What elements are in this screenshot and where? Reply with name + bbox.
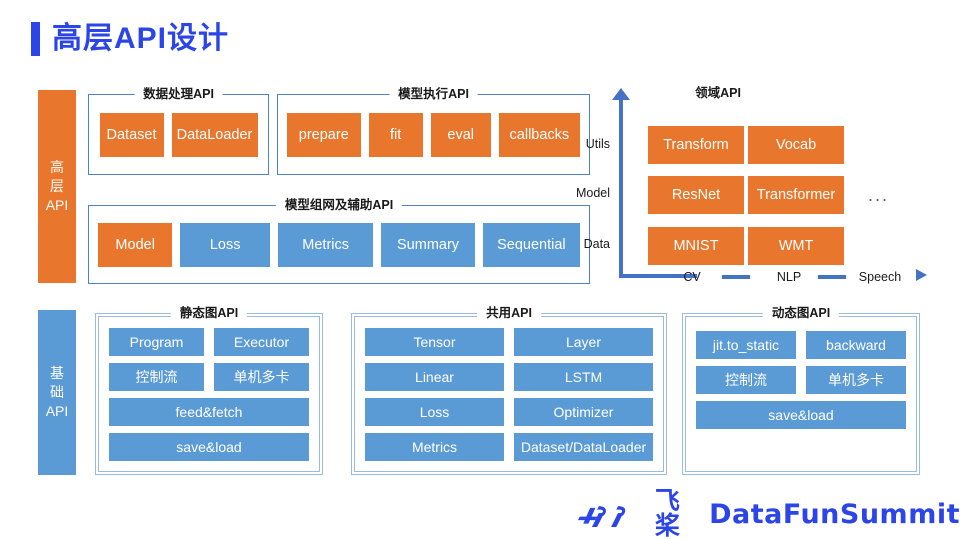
axis-x-tick-nlp: NLP xyxy=(776,270,802,284)
cell-metrics[interactable]: Metrics xyxy=(365,432,504,461)
domain-box-resnet[interactable]: ResNet xyxy=(648,176,744,214)
cell-lstm[interactable]: LSTM xyxy=(514,362,653,391)
cell-save-load[interactable]: save&load xyxy=(109,432,309,461)
cell-linear[interactable]: Linear xyxy=(365,362,504,391)
rail-base-api: 基 础 API xyxy=(38,310,76,475)
brand-name-cn: 飞桨 xyxy=(654,487,681,540)
axis-x-dash-2 xyxy=(818,275,846,279)
domain-box-vocab[interactable]: Vocab xyxy=(748,126,844,164)
slide-canvas: 高层API设计 高 层 API 基 础 API 数据处理API Dataset … xyxy=(0,0,960,540)
axis-x-tick-cv: CV xyxy=(683,270,701,284)
domain-box-transform[interactable]: Transform xyxy=(648,126,744,164)
axis-y-tick-model: Model xyxy=(575,186,610,200)
group-model-network-api: 模型组网及辅助API Model Loss Metrics Summary Se… xyxy=(88,196,590,284)
cell-tensor[interactable]: Tensor xyxy=(365,327,504,356)
group-body: Model Loss Metrics Summary Sequential xyxy=(88,205,590,284)
page-title: 高层API设计 xyxy=(31,22,229,56)
rail-high-level-line1: 高 xyxy=(50,159,64,176)
title-accent-bar xyxy=(31,22,40,56)
cell-grid: Tensor Layer Linear LSTM Loss Optimizer … xyxy=(351,327,667,461)
cell-jit-to-static[interactable]: jit.to_static xyxy=(696,331,796,359)
chip-loss[interactable]: Loss xyxy=(180,222,270,267)
rail-base-line3: API xyxy=(45,402,69,419)
axis-y-line xyxy=(619,96,623,278)
rail-high-level-line2: 层 xyxy=(50,178,64,195)
cell-grid: jit.to_static backward 控制流 单机多卡 save&loa… xyxy=(682,331,920,429)
page-title-text: 高层API设计 xyxy=(52,22,230,55)
cell-grid: Program Executor 控制流 单机多卡 feed&fetch sav… xyxy=(95,327,323,461)
axis-x-tick-speech: Speech xyxy=(858,270,902,284)
cell-loss[interactable]: Loss xyxy=(365,397,504,426)
group-body: prepare fit eval callbacks xyxy=(277,94,590,175)
domain-api-title: 领域API xyxy=(695,86,741,100)
axis-x-arrow-icon xyxy=(916,269,927,281)
domain-box-transformer[interactable]: Transformer xyxy=(748,176,844,214)
chip-dataset[interactable]: Dataset xyxy=(99,112,164,157)
chip-summary[interactable]: Summary xyxy=(381,222,475,267)
group-body: jit.to_static backward 控制流 单机多卡 save&loa… xyxy=(682,313,920,475)
chip-fit[interactable]: fit xyxy=(368,112,423,157)
cell-executor[interactable]: Executor xyxy=(214,327,309,356)
cell-program[interactable]: Program xyxy=(109,327,204,356)
group-dynamic-graph-api: 动态图API jit.to_static backward 控制流 单机多卡 s… xyxy=(682,304,920,475)
group-model-execution-api: 模型执行API prepare fit eval callbacks xyxy=(277,85,590,175)
rail-high-level-api: 高 层 API xyxy=(38,90,76,283)
domain-ellipsis: ... xyxy=(868,185,890,205)
cell-dataset-dataloader[interactable]: Dataset/DataLoader xyxy=(514,432,653,461)
group-data-processing-api: 数据处理API Dataset DataLoader xyxy=(88,85,269,175)
paddlepaddle-logo-icon xyxy=(578,506,626,528)
axis-x-dash-1 xyxy=(722,275,750,279)
cell-optimizer[interactable]: Optimizer xyxy=(514,397,653,426)
cell-control-flow[interactable]: 控制流 xyxy=(109,362,204,391)
chip-row: Dataset DataLoader xyxy=(88,112,269,157)
chip-row: prepare fit eval callbacks xyxy=(277,112,590,157)
cell-feed-fetch[interactable]: feed&fetch xyxy=(109,397,309,426)
group-body: Program Executor 控制流 单机多卡 feed&fetch sav… xyxy=(95,313,323,475)
axis-y-tick-data: Data xyxy=(583,237,610,251)
cell-multi-gpu[interactable]: 单机多卡 xyxy=(806,366,906,394)
rail-base-line2: 础 xyxy=(50,384,64,401)
cell-save-load[interactable]: save&load xyxy=(696,401,906,429)
group-shared-api: 共用API Tensor Layer Linear LSTM Loss Opti… xyxy=(351,304,667,475)
chip-prepare[interactable]: prepare xyxy=(287,112,361,157)
group-body: Tensor Layer Linear LSTM Loss Optimizer … xyxy=(351,313,667,475)
chip-dataloader[interactable]: DataLoader xyxy=(171,112,258,157)
rail-base-line1: 基 xyxy=(50,365,64,382)
cell-control-flow[interactable]: 控制流 xyxy=(696,366,796,394)
chip-row: Model Loss Metrics Summary Sequential xyxy=(88,222,590,267)
chip-metrics[interactable]: Metrics xyxy=(277,222,374,267)
group-body: Dataset DataLoader xyxy=(88,94,269,175)
group-static-graph-api: 静态图API Program Executor 控制流 单机多卡 feed&fe… xyxy=(95,304,323,475)
cell-layer[interactable]: Layer xyxy=(514,327,653,356)
brand-name-en: DataFunSummit xyxy=(709,498,960,530)
footer-brand: 飞桨 DataFunSummit xyxy=(578,489,960,539)
chip-eval[interactable]: eval xyxy=(430,112,491,157)
chip-model[interactable]: Model xyxy=(98,222,173,267)
cell-multi-gpu[interactable]: 单机多卡 xyxy=(214,362,309,391)
domain-box-mnist[interactable]: MNIST xyxy=(648,227,744,265)
domain-box-wmt[interactable]: WMT xyxy=(748,227,844,265)
cell-backward[interactable]: backward xyxy=(806,331,906,359)
rail-high-level-line3: API xyxy=(45,196,69,213)
axis-y-tick-utils: Utils xyxy=(585,137,610,151)
